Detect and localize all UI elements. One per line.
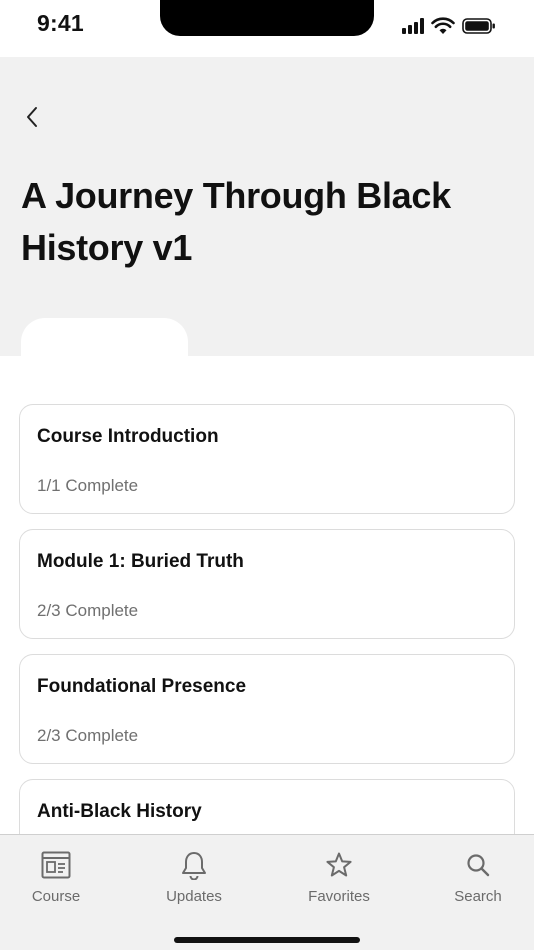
tab-course[interactable]: Course: [1, 849, 111, 905]
module-title: Foundational Presence: [37, 676, 247, 697]
module-card-buried-truth[interactable]: Module 1: Buried Truth 2/3 Complete: [19, 529, 515, 639]
module-title: Anti-Black History: [37, 801, 202, 822]
module-card-course-introduction[interactable]: Course Introduction 1/1 Complete: [19, 404, 515, 514]
module-progress: 2/3 Complete: [37, 726, 139, 745]
star-icon: [325, 849, 353, 881]
module-progress: 2/3 Complete: [37, 601, 139, 620]
page-title: A Journey Through Black History v1: [21, 175, 451, 268]
tab-label: Updates: [166, 888, 222, 905]
status-time: 9:41: [37, 10, 84, 36]
status-bar: 9:41: [0, 0, 534, 57]
chevron-left-icon: [27, 107, 37, 127]
battery-icon: [462, 17, 496, 35]
tab-label: Search: [454, 888, 502, 905]
module-title: Course Introduction: [37, 426, 219, 447]
tab-search[interactable]: Search: [423, 849, 533, 905]
tab-favorites[interactable]: Favorites: [284, 849, 394, 905]
wifi-icon: [431, 17, 455, 35]
course-tab-pill[interactable]: [21, 318, 188, 358]
back-button[interactable]: [18, 101, 46, 133]
tab-updates[interactable]: Updates: [139, 849, 249, 905]
search-icon: [465, 849, 491, 881]
course-icon: [41, 849, 71, 881]
module-progress: 1/1 Complete: [37, 476, 139, 495]
module-list[interactable]: Course Introduction 1/1 Complete Module …: [0, 356, 534, 834]
course-header: A Journey Through Black History v1: [0, 57, 534, 358]
cellular-signal-icon: [402, 18, 424, 34]
module-card-foundational-presence[interactable]: Foundational Presence 2/3 Complete: [19, 654, 515, 764]
home-indicator[interactable]: [174, 937, 360, 943]
device-notch: [160, 0, 374, 36]
status-icons: [402, 16, 496, 36]
module-card-anti-black-history[interactable]: Anti-Black History: [19, 779, 515, 834]
tab-label: Course: [31, 888, 81, 905]
bottom-tab-bar: Course Updates Favorites Search: [0, 834, 534, 950]
module-title: Module 1: Buried Truth: [37, 551, 244, 572]
bell-icon: [180, 849, 208, 881]
tab-label: Favorites: [308, 888, 370, 905]
